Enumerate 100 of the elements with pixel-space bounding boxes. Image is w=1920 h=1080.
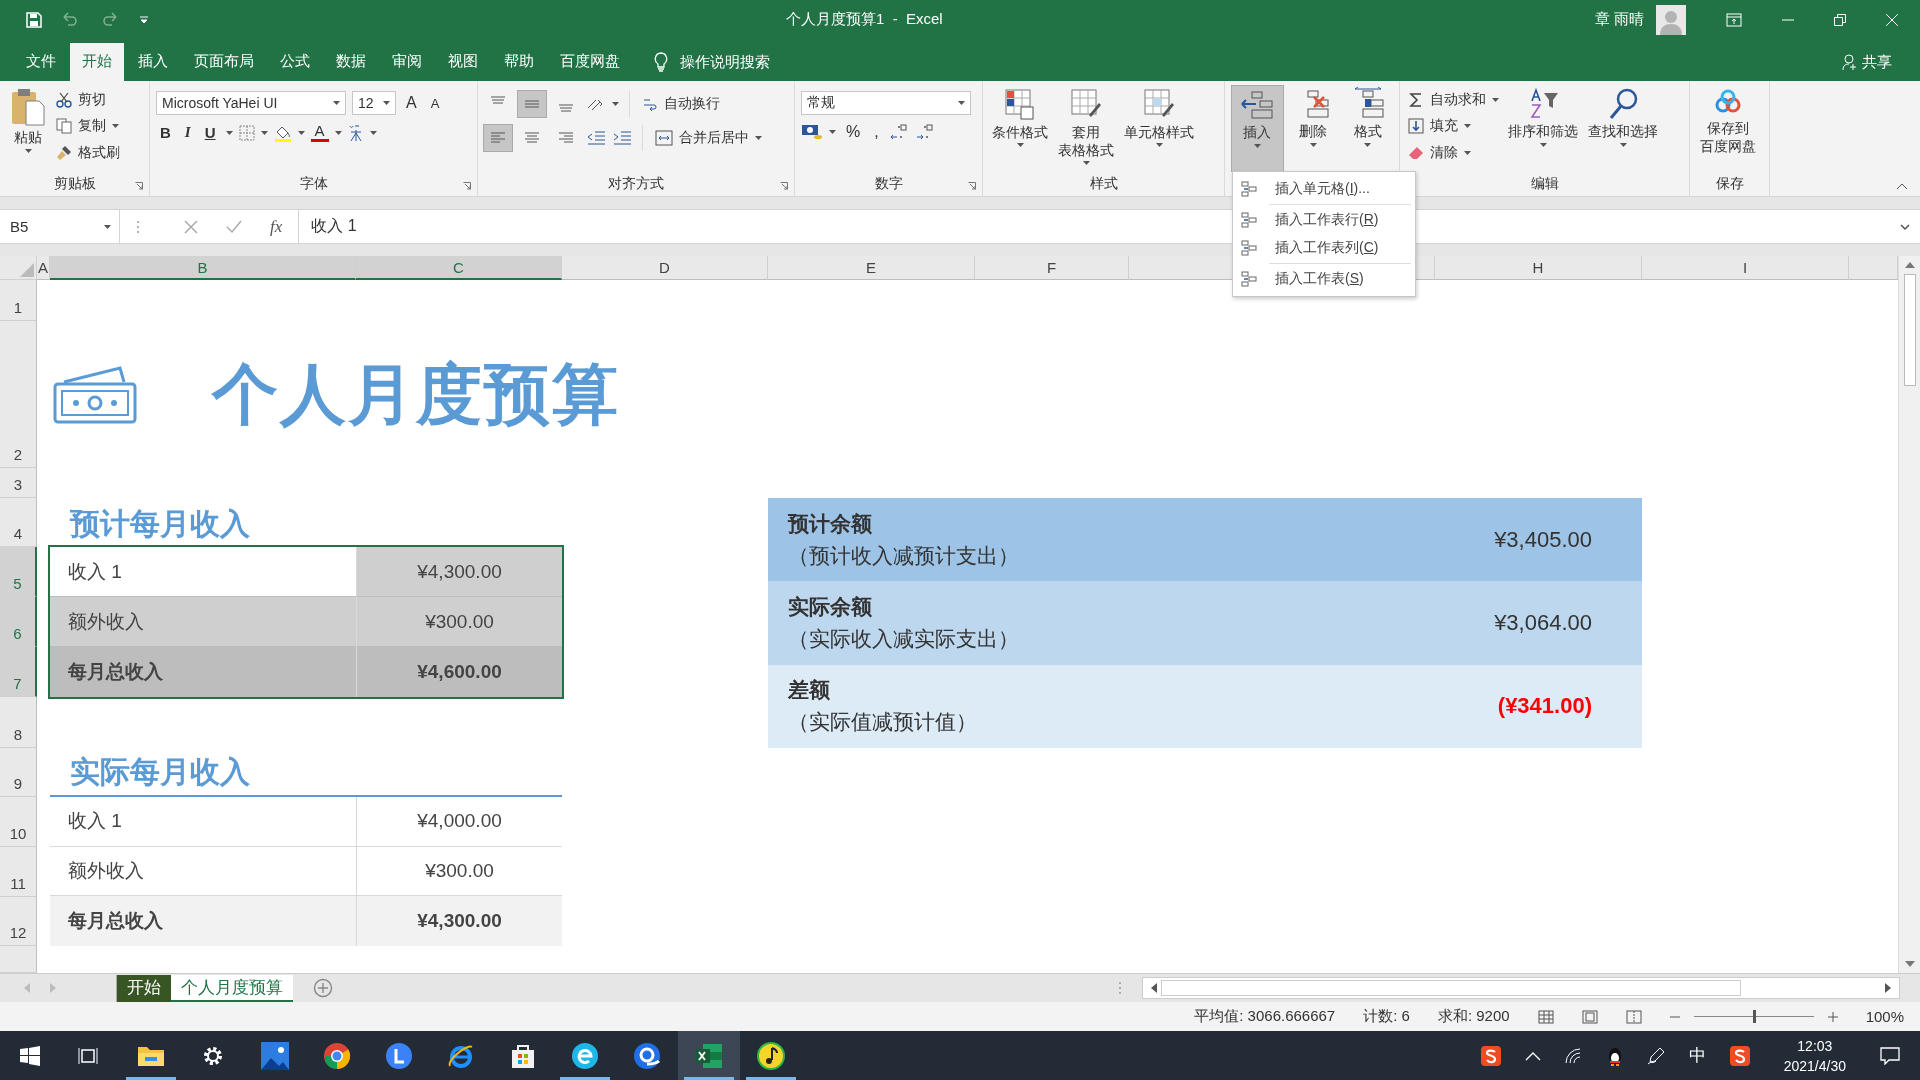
find-select-button[interactable]: 查找和选择 bbox=[1585, 85, 1661, 172]
menu-tab[interactable]: 百度网盘 bbox=[548, 43, 632, 81]
scroll-right-icon[interactable] bbox=[1885, 983, 1891, 993]
share-button[interactable]: 共享 bbox=[1842, 43, 1892, 81]
page-layout-icon[interactable] bbox=[1581, 1009, 1598, 1024]
menu-tab[interactable]: 文件 bbox=[14, 43, 68, 81]
customize-icon[interactable] bbox=[140, 15, 148, 24]
page-break-icon[interactable] bbox=[1625, 1009, 1642, 1024]
save-to-cloud-button[interactable]: 保存到 百度网盘 bbox=[1696, 85, 1760, 172]
phonetic-icon[interactable] bbox=[347, 123, 364, 142]
increase-decimal-icon[interactable] bbox=[888, 123, 909, 141]
scroll-up-icon[interactable] bbox=[1904, 262, 1915, 268]
number-format-field[interactable]: 常规 bbox=[801, 91, 971, 115]
row-header[interactable]: 3 bbox=[0, 468, 37, 498]
scroll-down-icon[interactable] bbox=[1904, 961, 1915, 967]
clear-button[interactable]: 清除 bbox=[1406, 142, 1501, 163]
conditional-format-button[interactable]: 条件格式 bbox=[989, 85, 1051, 172]
table-cell[interactable]: 每月总收入 bbox=[50, 896, 356, 946]
menu-tab[interactable]: 帮助 bbox=[492, 43, 546, 81]
zoom-slider-thumb[interactable] bbox=[1752, 1010, 1756, 1023]
autosum-button[interactable]: 自动求和 bbox=[1406, 90, 1501, 111]
table-cell[interactable]: 额外收入 bbox=[50, 597, 356, 647]
table-cell[interactable]: 收入 1 bbox=[50, 797, 356, 847]
chevron-up-icon[interactable] bbox=[1524, 1050, 1541, 1061]
format-button[interactable]: 格式 bbox=[1342, 85, 1393, 172]
zoom-level[interactable]: 100% bbox=[1865, 1008, 1904, 1025]
row-header[interactable]: 1 bbox=[0, 280, 37, 321]
wrap-text-button[interactable]: 自动换行 bbox=[640, 94, 722, 114]
column-header[interactable]: H bbox=[1435, 256, 1642, 280]
sogou-s-icon[interactable] bbox=[1729, 1045, 1750, 1066]
input-method-indicator[interactable]: 中 bbox=[1688, 1044, 1706, 1067]
column-header[interactable]: E bbox=[768, 256, 975, 280]
horizontal-scrollbar[interactable] bbox=[1142, 977, 1900, 999]
insert-function-button[interactable]: fx bbox=[270, 216, 283, 237]
font-name-field[interactable]: Microsoft YaHei UI bbox=[156, 91, 346, 115]
format-as-table-button[interactable]: 套用 表格格式 bbox=[1055, 85, 1117, 172]
menu-tab[interactable]: 公式 bbox=[268, 43, 322, 81]
table-cell[interactable]: ¥4,300.00 bbox=[356, 896, 562, 946]
scrollbar-thumb[interactable] bbox=[1903, 274, 1916, 386]
sheet-tab[interactable]: 开始 bbox=[117, 974, 171, 1002]
table-cell[interactable]: ¥4,000.00 bbox=[356, 797, 562, 847]
column-header[interactable]: I bbox=[1642, 256, 1849, 280]
italic-button[interactable]: I bbox=[180, 124, 195, 141]
column-header[interactable]: F bbox=[975, 256, 1129, 280]
menu-tab[interactable]: 插入 bbox=[126, 43, 180, 81]
column-header[interactable]: D bbox=[562, 256, 768, 280]
dialog-launcher-icon[interactable] bbox=[463, 182, 471, 190]
fill-button[interactable]: 填充 bbox=[1406, 116, 1501, 137]
menu-item[interactable]: 插入单元格(I)... bbox=[1233, 175, 1415, 203]
menu-item[interactable]: 插入工作表行(R) bbox=[1233, 206, 1415, 234]
dialog-launcher-icon[interactable] bbox=[135, 182, 143, 190]
copy-button[interactable]: 复制 bbox=[54, 116, 122, 137]
clock[interactable]: 12:03 2021/4/30 bbox=[1783, 1035, 1846, 1076]
border-icon[interactable] bbox=[238, 124, 255, 141]
decrease-indent-icon[interactable] bbox=[586, 130, 606, 146]
increase-indent-icon[interactable] bbox=[612, 130, 632, 146]
row-header[interactable]: 11 bbox=[0, 847, 37, 897]
decrease-decimal-icon[interactable] bbox=[914, 123, 935, 141]
menu-item[interactable]: 插入工作表列(C) bbox=[1233, 234, 1415, 262]
restore-icon[interactable] bbox=[1834, 13, 1846, 26]
vertical-scrollbar[interactable] bbox=[1898, 256, 1920, 973]
underline-button[interactable]: U bbox=[200, 124, 220, 141]
scrollbar-thumb[interactable] bbox=[1161, 980, 1741, 996]
row-header[interactable]: 6 bbox=[0, 597, 37, 647]
column-header[interactable]: C bbox=[356, 256, 562, 280]
sheet-tab[interactable]: 个人月度预算 bbox=[171, 974, 293, 1002]
column-header[interactable]: A bbox=[37, 256, 50, 280]
increase-font-button[interactable]: A bbox=[402, 94, 421, 112]
menu-tab[interactable]: 开始 bbox=[70, 43, 124, 81]
windows-start-icon[interactable] bbox=[20, 1045, 40, 1066]
ribbon-display-icon[interactable] bbox=[1726, 12, 1742, 27]
row-header[interactable]: 8 bbox=[0, 697, 37, 748]
row-header[interactable]: 2 bbox=[0, 321, 37, 468]
percent-button[interactable]: % bbox=[842, 123, 865, 141]
menu-tab[interactable]: 视图 bbox=[436, 43, 490, 81]
wifi-icon[interactable] bbox=[1564, 1047, 1583, 1064]
cancel-icon[interactable] bbox=[184, 219, 198, 234]
dialog-launcher-icon[interactable] bbox=[780, 182, 788, 190]
menu-tab[interactable]: 审阅 bbox=[380, 43, 434, 81]
insert-button[interactable]: 插入 bbox=[1231, 85, 1284, 172]
normal-view-icon[interactable] bbox=[1537, 1009, 1554, 1024]
table-cell[interactable]: ¥4,600.00 bbox=[356, 647, 562, 697]
expand-icon[interactable] bbox=[1900, 223, 1910, 230]
enter-icon[interactable] bbox=[226, 219, 242, 234]
row-header[interactable]: 10 bbox=[0, 797, 37, 847]
notification-icon[interactable] bbox=[1880, 1046, 1900, 1065]
table-cell[interactable]: ¥300.00 bbox=[356, 597, 562, 647]
bold-button[interactable]: B bbox=[156, 124, 175, 141]
delete-button[interactable]: 删除 bbox=[1287, 85, 1339, 172]
name-box[interactable]: B5 bbox=[0, 210, 120, 243]
formula-field[interactable]: 收入 1 bbox=[311, 217, 357, 234]
merge-center-button[interactable]: 合并后居中 bbox=[653, 128, 764, 148]
sogou-s-icon[interactable] bbox=[1480, 1045, 1501, 1066]
scroll-left-icon[interactable] bbox=[1151, 983, 1157, 993]
pen-icon[interactable] bbox=[1646, 1046, 1665, 1065]
add-sheet-icon[interactable] bbox=[313, 978, 333, 998]
row-header[interactable]: 12 bbox=[0, 897, 37, 946]
decrease-font-button[interactable]: A bbox=[426, 95, 444, 111]
menu-item[interactable]: 插入工作表(S) bbox=[1233, 265, 1415, 293]
row-header[interactable]: 9 bbox=[0, 748, 37, 797]
